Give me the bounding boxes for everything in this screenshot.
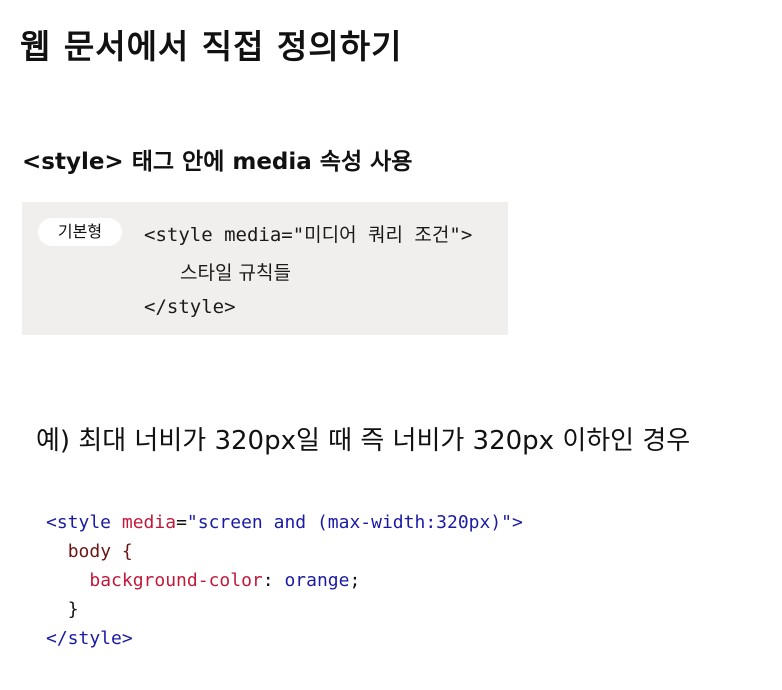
code-semicolon: ; — [349, 570, 361, 591]
code-value: orange — [284, 570, 350, 591]
code-end-tag: </style> — [46, 628, 133, 649]
code-line-5: </style> — [46, 624, 523, 653]
syntax-line-rules: 스타일 규칙들 — [180, 262, 291, 284]
code-attr-value: "screen and (max-width:320px)" — [186, 512, 513, 533]
code-line-3: background-color: orange; — [46, 566, 523, 595]
syntax-line-close: </style> — [144, 296, 236, 318]
code-equals: = — [176, 512, 187, 533]
code-close-brace: } — [67, 599, 79, 620]
example-description: 예) 최대 너비가 320px일 때 즉 너비가 320px 이하인 경우 — [36, 426, 691, 456]
syntax-box: 기본형 <style media="미디어 쿼리 조건"> 스타일 규칙들 </… — [22, 202, 508, 335]
code-line-4: } — [46, 595, 523, 624]
code-open-tag: <style — [46, 512, 112, 533]
syntax-badge: 기본형 — [38, 218, 122, 246]
page-title: 웹 문서에서 직접 정의하기 — [20, 27, 403, 66]
syntax-line-open: <style media="미디어 쿼리 조건"> — [144, 224, 473, 246]
code-close-bracket: > — [512, 512, 523, 533]
example-code-block: <style media="screen and (max-width:320p… — [46, 508, 523, 653]
section-subtitle: <style> 태그 안에 media 속성 사용 — [22, 149, 413, 175]
code-line-1: <style media="screen and (max-width:320p… — [46, 508, 523, 537]
code-selector: body { — [67, 541, 133, 562]
code-colon: : — [262, 570, 285, 591]
code-property: background-color — [89, 570, 263, 591]
code-attr-name: media — [121, 512, 177, 533]
code-line-2: body { — [46, 537, 523, 566]
